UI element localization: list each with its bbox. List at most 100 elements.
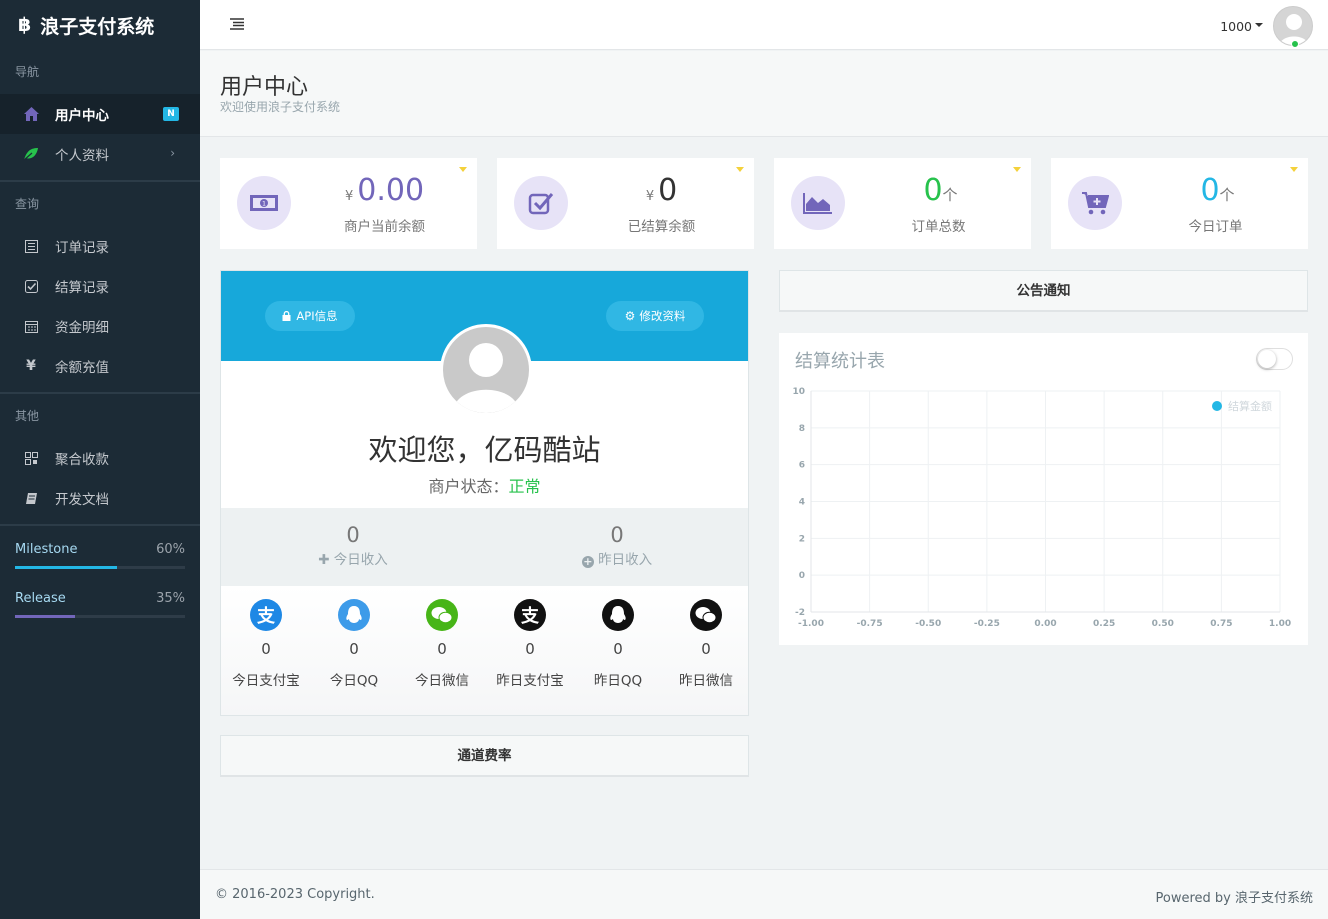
stat-value: ¥0.00 <box>292 174 477 214</box>
wechat-icon <box>690 599 722 631</box>
x-tick-label: 0.00 <box>1034 619 1056 629</box>
payment-summary: 支 0 今日支付宝 0 今日QQ 0 今日微信 支 0 昨日支付宝 0 昨日QQ… <box>221 586 748 715</box>
progress-track <box>15 615 185 618</box>
progress-percent: 35% <box>156 591 185 606</box>
gear-icon: ⚙ <box>624 309 636 323</box>
stat-card-orders: 0个 订单总数 <box>774 158 1031 249</box>
pay-label: 昨日QQ <box>593 673 643 689</box>
list-icon <box>22 237 40 255</box>
stat-number: 0 <box>658 173 678 208</box>
sidebar-item-funds[interactable]: 资金明细 <box>0 306 200 346</box>
page-subtitle: 欢迎使用浪子支付系统 <box>220 100 341 114</box>
progress-label: Release <box>15 591 66 606</box>
copyright: © 2016-2023 Copyright. <box>215 887 375 902</box>
checkbox-icon <box>514 176 568 230</box>
stat-label: 今日订单 <box>1188 219 1243 235</box>
stat-number: 0 <box>923 173 943 208</box>
income-label-text: 昨日收入 <box>598 552 653 568</box>
stat-card-balance: 1 ¥0.00 商户当前余额 <box>220 158 477 249</box>
username: 1000 <box>1220 18 1252 34</box>
x-tick-label: -0.25 <box>974 619 1000 629</box>
settlement-chart-panel: 结算统计表 10 8 6 4 2 0 -2 -1.00 -0.75 -0.50 -0.25 0.00 0… <box>779 333 1308 645</box>
status-label: 商户状态： <box>428 477 509 496</box>
pay-label: 昨日支付宝 <box>496 673 564 689</box>
stat-label: 订单总数 <box>911 219 966 235</box>
sidebar-item-user-center[interactable]: 用户中心 N <box>0 94 200 134</box>
pay-value: 0 <box>613 640 623 658</box>
progress-milestone: Milestone 60% <box>0 542 200 569</box>
bitcoin-icon: ฿ <box>18 14 32 36</box>
pay-item: 支 0 今日支付宝 <box>221 599 311 689</box>
y-tick-label: 10 <box>792 387 805 397</box>
income-label-text: 今日收入 <box>333 552 388 568</box>
chevron-right-icon: › <box>170 146 175 160</box>
sidebar-item-label: 余额充值 <box>55 360 109 376</box>
triangle-down-icon <box>459 167 467 172</box>
qq-icon <box>602 599 634 631</box>
stat-value: ¥0 <box>569 174 754 214</box>
brand[interactable]: ฿ 浪子支付系统 <box>0 0 200 50</box>
pay-item: 0 昨日微信 <box>661 599 751 689</box>
api-info-button[interactable]: API信息 <box>265 301 355 331</box>
nav-heading-query: 查询 <box>15 197 40 211</box>
pay-label: 昨日微信 <box>679 673 733 689</box>
income-today: 0 ✚ 今日收入 <box>253 522 453 568</box>
sidebar-item-label: 用户中心 <box>55 108 109 124</box>
sidebar: ฿ 浪子支付系统 导航 用户中心 N 个人资料 › 查询 订单记录 结算记录 资… <box>0 0 200 919</box>
pay-label: 今日支付宝 <box>232 673 300 689</box>
sidebar-item-recharge[interactable]: ¥ 余额充值 <box>0 346 200 386</box>
qrcode-icon <box>22 449 40 467</box>
top-header: 1000 <box>200 0 1328 50</box>
pay-label: 今日QQ <box>329 673 379 689</box>
currency-symbol: ¥ <box>645 189 655 204</box>
sidebar-item-label: 结算记录 <box>55 280 109 296</box>
sidebar-item-aggregate[interactable]: 聚合收款 <box>0 438 200 478</box>
sidebar-item-label: 聚合收款 <box>55 452 109 468</box>
edit-profile-button[interactable]: ⚙ 修改资料 <box>606 301 704 331</box>
yen-icon: ¥ <box>26 358 36 374</box>
y-tick-label: 8 <box>799 424 805 434</box>
pay-item: 0 今日微信 <box>397 599 487 689</box>
pay-value: 0 <box>349 640 359 658</box>
plus-icon: ✚ <box>318 552 330 568</box>
sidebar-item-profile[interactable]: 个人资料 › <box>0 134 200 174</box>
page-title: 用户中心 <box>220 75 309 100</box>
qq-icon <box>338 599 370 631</box>
book-icon <box>22 489 40 507</box>
check-square-icon <box>22 277 40 295</box>
notice-panel-header[interactable]: 公告通知 <box>779 270 1308 312</box>
calendar-icon <box>22 317 40 335</box>
merchant-status: 商户状态：正常 <box>221 473 748 497</box>
stat-card-today-orders: 0个 今日订单 <box>1051 158 1308 249</box>
income-value: 0 <box>610 523 624 547</box>
brand-title: 浪子支付系统 <box>40 15 155 38</box>
wechat-icon <box>426 599 458 631</box>
menu-toggle-button[interactable] <box>230 18 244 34</box>
pay-item: 支 0 昨日支付宝 <box>485 599 575 689</box>
cart-icon <box>1068 176 1122 230</box>
triangle-down-icon <box>736 167 744 172</box>
y-tick-label: 4 <box>799 498 805 508</box>
channel-rate-panel-header[interactable]: 通道费率 <box>220 735 749 777</box>
pay-item: 0 昨日QQ <box>573 599 663 689</box>
user-menu[interactable]: 1000 <box>1220 6 1313 48</box>
settlement-chart: 10 8 6 4 2 0 -2-1.00 -0.75 -0.50 -0.25 0.00 0.25 0.5… <box>792 387 1291 629</box>
x-tick-label: 0.75 <box>1210 619 1232 629</box>
sidebar-item-label: 个人资料 <box>55 148 109 164</box>
progress-label: Milestone <box>15 542 78 557</box>
y-tick-label: 0 <box>799 571 805 581</box>
stat-number: 0.00 <box>357 173 425 208</box>
x-tick-label: -1.00 <box>798 619 824 629</box>
pay-value: 0 <box>261 640 271 658</box>
nav-heading-other: 其他 <box>15 409 40 423</box>
edit-profile-label: 修改资料 <box>639 309 686 323</box>
income-label: + 昨日收入 <box>517 548 717 568</box>
stat-value: 0个 <box>1123 174 1308 214</box>
progress-fill <box>15 566 117 569</box>
plus-circle-icon: + <box>581 555 594 568</box>
sidebar-item-orders[interactable]: 订单记录 <box>0 226 200 266</box>
sidebar-item-docs[interactable]: 开发文档 <box>0 478 200 518</box>
status-value: 正常 <box>508 477 541 496</box>
sidebar-item-settlements[interactable]: 结算记录 <box>0 266 200 306</box>
nav-heading-navigation: 导航 <box>15 65 40 79</box>
